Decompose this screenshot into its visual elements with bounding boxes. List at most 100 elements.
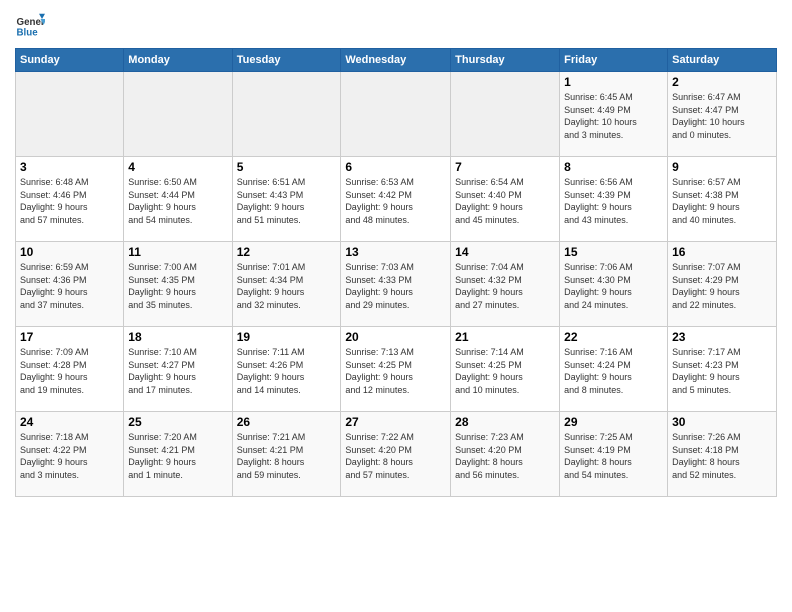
day-number: 7 [455, 160, 555, 174]
day-number: 12 [237, 245, 337, 259]
day-number: 29 [564, 415, 663, 429]
day-info: Sunrise: 7:04 AM Sunset: 4:32 PM Dayligh… [455, 261, 555, 311]
day-info: Sunrise: 7:00 AM Sunset: 4:35 PM Dayligh… [128, 261, 227, 311]
calendar-cell: 10Sunrise: 6:59 AM Sunset: 4:36 PM Dayli… [16, 242, 124, 327]
calendar-cell: 24Sunrise: 7:18 AM Sunset: 4:22 PM Dayli… [16, 412, 124, 497]
day-info: Sunrise: 6:50 AM Sunset: 4:44 PM Dayligh… [128, 176, 227, 226]
day-number: 17 [20, 330, 119, 344]
day-number: 21 [455, 330, 555, 344]
calendar-cell: 25 Sunrise: 7:20 AM Sunset: 4:21 PM Dayli… [124, 412, 232, 497]
day-number: 11 [128, 245, 227, 259]
calendar-cell: 3 Sunrise: 6:48 AM Sunset: 4:46 PM Daylig… [16, 157, 124, 242]
logo-icon: General Blue [15, 10, 45, 40]
day-info: Sunrise: 6:47 AM Sunset: 4:47 PM Dayligh… [672, 91, 772, 141]
calendar-cell: 8Sunrise: 6:56 AM Sunset: 4:39 PM Daylig… [560, 157, 668, 242]
day-number: 15 [564, 245, 663, 259]
day-number: 19 [237, 330, 337, 344]
calendar-cell: 15 Sunrise: 7:06 AM Sunset: 4:30 PM Dayli… [560, 242, 668, 327]
day-number: 26 [237, 415, 337, 429]
day-number: 4 [128, 160, 227, 174]
calendar-header-saturday: Saturday [668, 49, 777, 72]
day-number: 9 [672, 160, 772, 174]
calendar-cell [232, 72, 341, 157]
day-info: Sunrise: 7:07 AM Sunset: 4:29 PM Dayligh… [672, 261, 772, 311]
calendar-cell [124, 72, 232, 157]
day-number: 3 [20, 160, 119, 174]
day-number: 25 [128, 415, 227, 429]
day-number: 2 [672, 75, 772, 89]
day-number: 8 [564, 160, 663, 174]
calendar-cell: 7 Sunrise: 6:54 AM Sunset: 4:40 PM Daylig… [451, 157, 560, 242]
calendar-cell: 13Sunrise: 7:03 AM Sunset: 4:33 PM Dayli… [341, 242, 451, 327]
calendar-cell: 23 Sunrise: 7:17 AM Sunset: 4:23 PM Dayli… [668, 327, 777, 412]
calendar-week-4: 17 Sunrise: 7:09 AM Sunset: 4:28 PM Dayli… [16, 327, 777, 412]
calendar-cell [451, 72, 560, 157]
day-info: Sunrise: 7:22 AM Sunset: 4:20 PM Dayligh… [345, 431, 446, 481]
day-number: 16 [672, 245, 772, 259]
calendar-cell: 20 Sunrise: 7:13 AM Sunset: 4:25 PM Dayli… [341, 327, 451, 412]
calendar-week-3: 10Sunrise: 6:59 AM Sunset: 4:36 PM Dayli… [16, 242, 777, 327]
svg-text:Blue: Blue [17, 28, 39, 39]
calendar-cell: 6 Sunrise: 6:53 AM Sunset: 4:42 PM Daylig… [341, 157, 451, 242]
day-number: 18 [128, 330, 227, 344]
calendar-week-2: 3 Sunrise: 6:48 AM Sunset: 4:46 PM Daylig… [16, 157, 777, 242]
day-number: 5 [237, 160, 337, 174]
calendar-cell: 16 Sunrise: 7:07 AM Sunset: 4:29 PM Dayli… [668, 242, 777, 327]
day-info: Sunrise: 6:48 AM Sunset: 4:46 PM Dayligh… [20, 176, 119, 226]
calendar-cell: 5Sunrise: 6:51 AM Sunset: 4:43 PM Daylig… [232, 157, 341, 242]
day-info: Sunrise: 6:53 AM Sunset: 4:42 PM Dayligh… [345, 176, 446, 226]
day-number: 1 [564, 75, 663, 89]
calendar-cell [341, 72, 451, 157]
day-number: 6 [345, 160, 446, 174]
calendar-cell: 29Sunrise: 7:25 AM Sunset: 4:19 PM Dayli… [560, 412, 668, 497]
calendar-cell: 27 Sunrise: 7:22 AM Sunset: 4:20 PM Dayli… [341, 412, 451, 497]
calendar-header-wednesday: Wednesday [341, 49, 451, 72]
calendar-cell: 30 Sunrise: 7:26 AM Sunset: 4:18 PM Dayli… [668, 412, 777, 497]
day-info: Sunrise: 7:20 AM Sunset: 4:21 PM Dayligh… [128, 431, 227, 481]
day-number: 23 [672, 330, 772, 344]
calendar-cell: 22 Sunrise: 7:16 AM Sunset: 4:24 PM Dayli… [560, 327, 668, 412]
day-info: Sunrise: 7:26 AM Sunset: 4:18 PM Dayligh… [672, 431, 772, 481]
calendar-cell [16, 72, 124, 157]
page-container: General Blue SundayMondayTuesdayWednesda… [0, 0, 792, 507]
day-info: Sunrise: 7:13 AM Sunset: 4:25 PM Dayligh… [345, 346, 446, 396]
day-number: 14 [455, 245, 555, 259]
calendar-cell: 14 Sunrise: 7:04 AM Sunset: 4:32 PM Dayli… [451, 242, 560, 327]
day-info: Sunrise: 7:23 AM Sunset: 4:20 PM Dayligh… [455, 431, 555, 481]
calendar-header-sunday: Sunday [16, 49, 124, 72]
day-info: Sunrise: 7:06 AM Sunset: 4:30 PM Dayligh… [564, 261, 663, 311]
calendar-cell: 1 Sunrise: 6:45 AM Sunset: 4:49 PM Daylig… [560, 72, 668, 157]
logo: General Blue [15, 10, 51, 40]
day-number: 28 [455, 415, 555, 429]
calendar-cell: 12 Sunrise: 7:01 AM Sunset: 4:34 PM Dayli… [232, 242, 341, 327]
calendar-cell: 21 Sunrise: 7:14 AM Sunset: 4:25 PM Dayli… [451, 327, 560, 412]
day-info: Sunrise: 7:16 AM Sunset: 4:24 PM Dayligh… [564, 346, 663, 396]
day-number: 20 [345, 330, 446, 344]
calendar-week-1: 1 Sunrise: 6:45 AM Sunset: 4:49 PM Daylig… [16, 72, 777, 157]
calendar-cell: 17 Sunrise: 7:09 AM Sunset: 4:28 PM Dayli… [16, 327, 124, 412]
day-info: Sunrise: 6:59 AM Sunset: 4:36 PM Dayligh… [20, 261, 119, 311]
calendar-header-monday: Monday [124, 49, 232, 72]
calendar-cell: 28 Sunrise: 7:23 AM Sunset: 4:20 PM Dayli… [451, 412, 560, 497]
day-info: Sunrise: 7:10 AM Sunset: 4:27 PM Dayligh… [128, 346, 227, 396]
day-info: Sunrise: 7:14 AM Sunset: 4:25 PM Dayligh… [455, 346, 555, 396]
calendar-cell: 4 Sunrise: 6:50 AM Sunset: 4:44 PM Daylig… [124, 157, 232, 242]
calendar-cell: 2 Sunrise: 6:47 AM Sunset: 4:47 PM Daylig… [668, 72, 777, 157]
header-row: General Blue [15, 10, 777, 40]
day-info: Sunrise: 7:03 AM Sunset: 4:33 PM Dayligh… [345, 261, 446, 311]
day-info: Sunrise: 6:54 AM Sunset: 4:40 PM Dayligh… [455, 176, 555, 226]
svg-text:General: General [17, 17, 46, 28]
calendar-header-friday: Friday [560, 49, 668, 72]
day-info: Sunrise: 7:18 AM Sunset: 4:22 PM Dayligh… [20, 431, 119, 481]
day-info: Sunrise: 7:09 AM Sunset: 4:28 PM Dayligh… [20, 346, 119, 396]
calendar-cell: 26Sunrise: 7:21 AM Sunset: 4:21 PM Dayli… [232, 412, 341, 497]
day-info: Sunrise: 7:17 AM Sunset: 4:23 PM Dayligh… [672, 346, 772, 396]
day-number: 27 [345, 415, 446, 429]
day-info: Sunrise: 7:01 AM Sunset: 4:34 PM Dayligh… [237, 261, 337, 311]
day-number: 22 [564, 330, 663, 344]
day-info: Sunrise: 6:45 AM Sunset: 4:49 PM Dayligh… [564, 91, 663, 141]
calendar-week-5: 24Sunrise: 7:18 AM Sunset: 4:22 PM Dayli… [16, 412, 777, 497]
day-info: Sunrise: 7:11 AM Sunset: 4:26 PM Dayligh… [237, 346, 337, 396]
calendar-cell: 18 Sunrise: 7:10 AM Sunset: 4:27 PM Dayli… [124, 327, 232, 412]
day-number: 30 [672, 415, 772, 429]
